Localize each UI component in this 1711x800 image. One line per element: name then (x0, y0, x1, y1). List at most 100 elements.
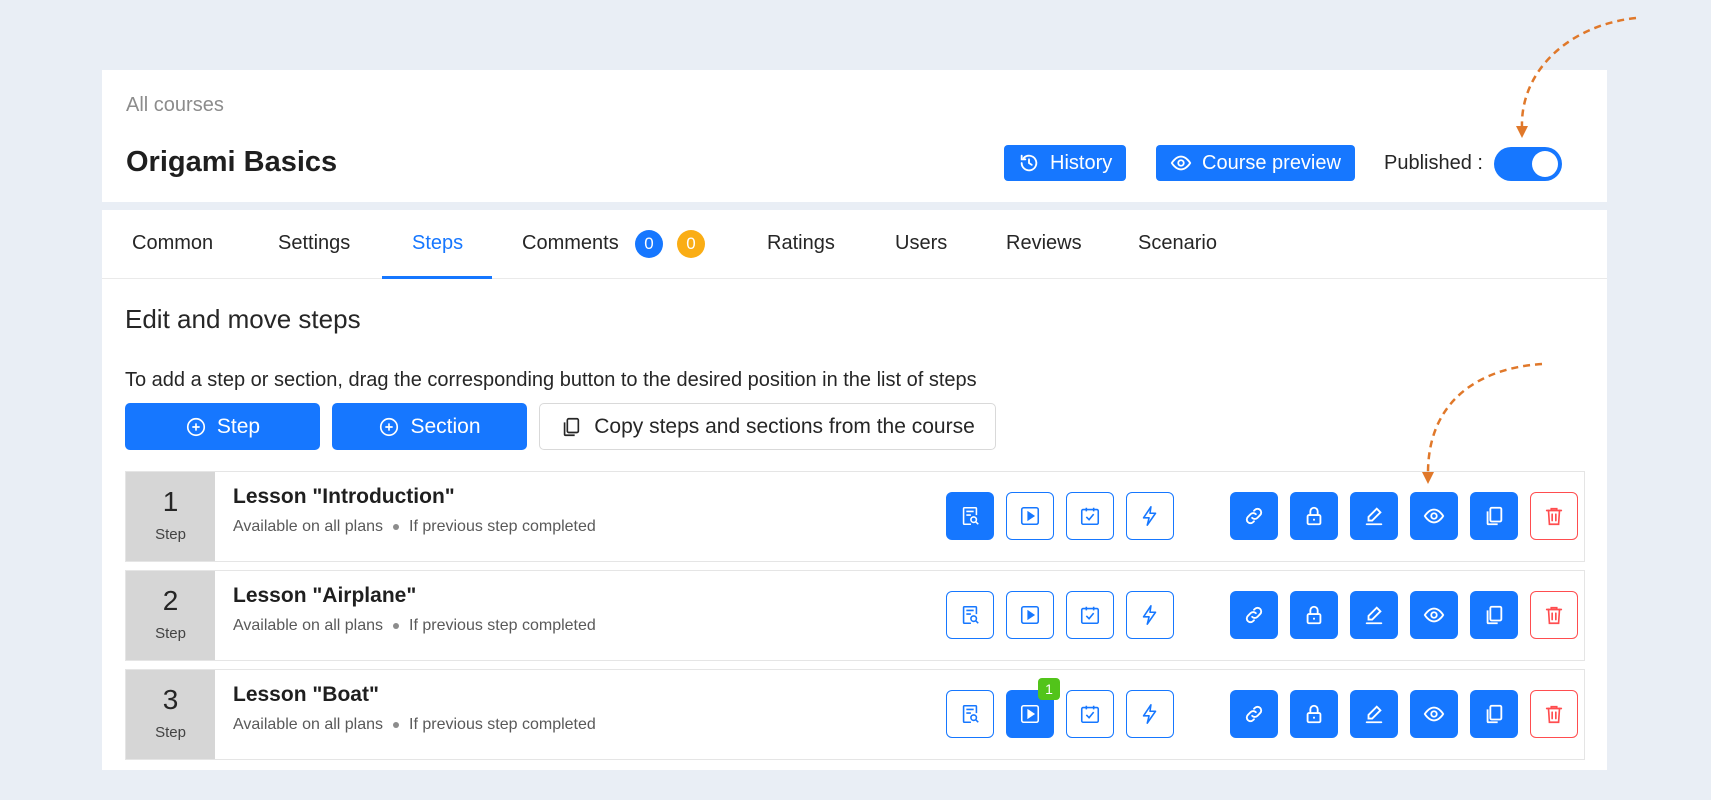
step-kind: Step (155, 724, 186, 741)
page-title: Origami Basics (126, 146, 338, 178)
add-step-label: Step (216, 414, 261, 438)
calendar-check-icon (1080, 606, 1100, 625)
edit-icon (1365, 705, 1383, 724)
task-button[interactable] (1066, 492, 1114, 540)
preview-button[interactable] (1410, 591, 1458, 639)
theory-button[interactable] (946, 690, 994, 738)
step-number: 2 (162, 585, 179, 616)
comments-badge-orange: 0 (677, 230, 705, 258)
copy-button[interactable] (1470, 591, 1518, 639)
tab-ratings[interactable]: Ratings (767, 232, 835, 255)
trash-icon (1545, 705, 1563, 724)
step-kind: Step (155, 625, 186, 642)
automation-button[interactable] (1126, 591, 1174, 639)
drag-hint: To add a step or section, drag the corre… (125, 369, 977, 391)
step-row[interactable]: 3 Step Lesson "Boat" Available on all pl… (125, 669, 1585, 760)
delete-button[interactable] (1530, 591, 1578, 639)
step-kind: Step (155, 526, 186, 543)
tab-users[interactable]: Users (895, 232, 947, 255)
access-button[interactable] (1290, 492, 1338, 540)
document-search-icon (962, 506, 979, 526)
steps-list: 1 Step Lesson "Introduction" Available o… (125, 471, 1585, 768)
edit-button[interactable] (1350, 492, 1398, 540)
eye-icon (1170, 155, 1192, 171)
tab-reviews[interactable]: Reviews (1006, 232, 1082, 255)
published-toggle[interactable] (1494, 147, 1562, 181)
active-tab-indicator (382, 276, 492, 279)
step-condition: If previous step completed (409, 716, 596, 733)
published-label: Published : (1384, 152, 1483, 174)
edit-button[interactable] (1350, 591, 1398, 639)
step-meta: Available on all plans If previous step … (233, 518, 596, 536)
history-label: History (1050, 151, 1113, 174)
theory-button[interactable] (946, 492, 994, 540)
lock-icon (1306, 704, 1322, 724)
tab-common[interactable]: Common (132, 232, 213, 255)
step-number-box[interactable]: 2 Step (126, 571, 215, 660)
step-availability: Available on all plans (233, 617, 384, 634)
access-button[interactable] (1290, 690, 1338, 738)
step-meta: Available on all plans If previous step … (233, 716, 596, 734)
task-button[interactable] (1066, 591, 1114, 639)
copy-button[interactable] (1470, 690, 1518, 738)
copy-button[interactable] (1470, 492, 1518, 540)
delete-button[interactable] (1530, 690, 1578, 738)
play-icon (1020, 704, 1040, 724)
link-icon (1245, 705, 1263, 723)
theory-button[interactable] (946, 591, 994, 639)
copy-steps-button[interactable]: Copy steps and sections from the course (539, 403, 996, 450)
trash-icon (1545, 507, 1563, 526)
task-button[interactable] (1066, 690, 1114, 738)
step-title: Lesson "Introduction" (233, 485, 455, 508)
eye-icon (1423, 508, 1445, 524)
tab-scenario[interactable]: Scenario (1138, 232, 1217, 255)
step-availability: Available on all plans (233, 518, 384, 535)
copy-icon (1486, 506, 1503, 526)
course-preview-button[interactable]: Course preview (1156, 145, 1355, 181)
eye-icon (1423, 706, 1445, 722)
toggle-knob (1532, 151, 1558, 177)
step-row[interactable]: 1 Step Lesson "Introduction" Available o… (125, 471, 1585, 562)
copy-icon (1486, 704, 1503, 724)
tab-settings[interactable]: Settings (278, 232, 350, 255)
link-button[interactable] (1230, 591, 1278, 639)
history-button[interactable]: History (1004, 145, 1127, 181)
step-availability: Available on all plans (233, 716, 384, 733)
step-row[interactable]: 2 Step Lesson "Airplane" Available on al… (125, 570, 1585, 661)
course-preview-label: Course preview (1202, 151, 1341, 174)
link-button[interactable] (1230, 690, 1278, 738)
preview-button[interactable] (1410, 690, 1458, 738)
lightning-icon (1142, 704, 1157, 724)
course-editor-panel: Common Settings Steps Comments 0 0 Ratin… (102, 210, 1607, 770)
plus-circle-icon (380, 417, 399, 436)
edit-icon (1365, 606, 1383, 625)
automation-button[interactable] (1126, 492, 1174, 540)
comments-badge-blue: 0 (635, 230, 663, 258)
section-title: Edit and move steps (125, 304, 361, 334)
delete-button[interactable] (1530, 492, 1578, 540)
edit-button[interactable] (1350, 690, 1398, 738)
document-search-icon (962, 704, 979, 724)
step-number-box[interactable]: 1 Step (126, 472, 215, 561)
video-button[interactable]: 1 (1006, 678, 1060, 738)
automation-button[interactable] (1126, 690, 1174, 738)
eye-icon (1423, 607, 1445, 623)
add-step-button[interactable]: Step (125, 403, 320, 450)
copy-icon (563, 417, 580, 436)
lock-icon (1306, 506, 1322, 526)
access-button[interactable] (1290, 591, 1338, 639)
video-button[interactable] (1006, 591, 1054, 639)
tab-comments[interactable]: Comments (522, 232, 619, 255)
step-number: 1 (162, 486, 179, 517)
link-icon (1245, 606, 1263, 624)
video-button[interactable] (1006, 492, 1054, 540)
tab-steps[interactable]: Steps (412, 232, 463, 255)
history-icon (1020, 154, 1038, 172)
breadcrumb-all-courses[interactable]: All courses (126, 94, 224, 117)
step-number: 3 (162, 684, 179, 715)
link-button[interactable] (1230, 492, 1278, 540)
add-section-button[interactable]: Section (332, 403, 527, 450)
step-number-box[interactable]: 3 Step (126, 670, 215, 759)
preview-button[interactable] (1410, 492, 1458, 540)
calendar-check-icon (1080, 705, 1100, 724)
